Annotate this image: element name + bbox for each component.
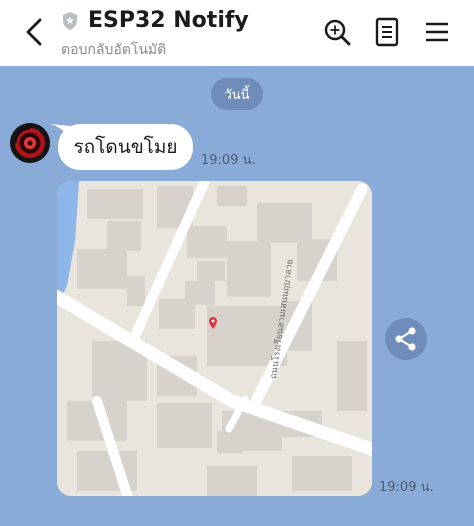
message-time: 19:09 น.: [201, 153, 256, 168]
shield-star-icon: [63, 12, 77, 30]
chat-title: ESP32 Notify: [88, 8, 249, 33]
search-icon[interactable]: [321, 15, 353, 49]
avatar[interactable]: [10, 123, 50, 163]
chat-subtitle: ตอบกลับอัตโนมัติ: [61, 42, 167, 58]
menu-icon[interactable]: [421, 15, 453, 49]
chat-header: ESP32 Notify ตอบกลับอัตโนมัติ: [0, 0, 474, 66]
share-icon: [395, 327, 416, 351]
message-text: รถโดนขโมย: [73, 136, 178, 158]
notes-icon[interactable]: [371, 15, 403, 49]
date-separator: วันนี้: [211, 78, 263, 110]
message-bubble[interactable]: รถโดนขโมย: [58, 124, 193, 170]
share-button[interactable]: [385, 318, 427, 360]
map-image: ถนนโรงเรียนสามเสนนฤบาลาย: [57, 181, 372, 496]
map-message[interactable]: ถนนโรงเรียนสามเสนนฤบาลาย: [57, 181, 372, 496]
camera-lens-icon: [10, 123, 50, 163]
back-arrow-icon[interactable]: [22, 16, 50, 48]
map-message-time: 19:09 น.: [379, 480, 434, 495]
